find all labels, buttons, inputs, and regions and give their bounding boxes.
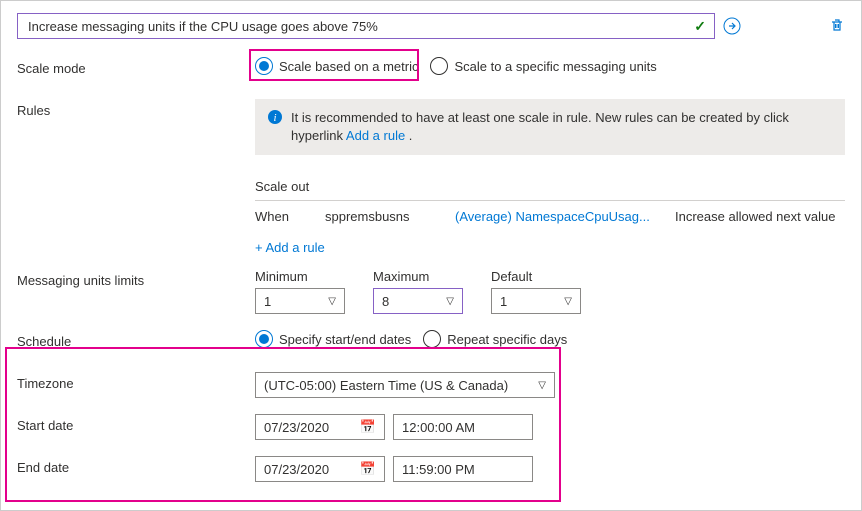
schedule-label: Schedule [17,330,255,349]
svg-text:i: i [273,112,276,124]
rule-when: When [255,209,305,224]
limit-max: Maximum 8 ▽ [373,269,463,314]
radio-specify-dates[interactable]: Specify start/end dates [255,330,411,348]
end-date-input[interactable]: 07/23/2020 📅 [255,456,385,482]
rule-row: When sppremsbusns (Average) NamespaceCpu… [255,201,845,232]
scale-mode-options: Scale based on a metric Scale to a speci… [255,57,845,75]
valid-check-icon: ✓ [694,18,706,35]
limit-max-select[interactable]: 8 ▽ [373,288,463,314]
limit-default-select[interactable]: 1 ▽ [491,288,581,314]
rules-table-header: Scale out [255,173,845,201]
rules-label: Rules [17,99,255,118]
add-rule-link[interactable]: + Add a rule [255,232,325,263]
chevron-down-icon: ▽ [328,296,336,307]
radio-scale-specific[interactable]: Scale to a specific messaging units [430,57,656,75]
rule-metric-link[interactable]: (Average) NamespaceCpuUsag... [455,209,655,224]
limit-min-select[interactable]: 1 ▽ [255,288,345,314]
scale-mode-label: Scale mode [17,57,255,76]
limit-max-label: Maximum [373,269,463,284]
scale-mode-row: Scale mode Scale based on a metric Scale… [17,57,845,87]
timezone-select[interactable]: (UTC-05:00) Eastern Time (US & Canada) ▽ [255,372,555,398]
limit-min-label: Minimum [255,269,345,284]
radio-specify-dates-label: Specify start/end dates [279,332,411,347]
radio-scale-specific-label: Scale to a specific messaging units [454,59,656,74]
start-date-input[interactable]: 07/23/2020 📅 [255,414,385,440]
rules-info-text: It is recommended to have at least one s… [291,109,833,145]
timezone-row: Timezone (UTC-05:00) Eastern Time (US & … [17,372,845,402]
limits-fields: Minimum 1 ▽ Maximum 8 ▽ Default [255,269,845,314]
add-rule-link-inline[interactable]: Add a rule [346,128,405,143]
condition-title-row: ✓ [17,13,845,39]
delete-condition-icon[interactable] [749,17,845,36]
calendar-icon: 📅 [360,419,376,435]
rule-action: Increase allowed next value [675,209,845,224]
radio-repeat-days-label: Repeat specific days [447,332,567,347]
limit-default-label: Default [491,269,581,284]
rules-row: Rules i It is recommended to have at lea… [17,99,845,263]
rule-namespace: sppremsbusns [325,209,435,224]
condition-name-input[interactable] [26,18,694,35]
schedule-options: Specify start/end dates Repeat specific … [255,330,845,348]
autoscale-condition-panel: ✓ Scale mode Scale based on a metric Sca… [0,0,862,511]
chevron-down-icon: ▽ [538,380,546,391]
limits-row: Messaging units limits Minimum 1 ▽ Maxim… [17,269,845,314]
start-date-label: Start date [17,414,255,433]
chevron-down-icon: ▽ [564,296,572,307]
end-time-input[interactable]: 11:59:00 PM [393,456,533,482]
radio-repeat-days[interactable]: Repeat specific days [423,330,567,348]
submit-arrow-icon[interactable] [723,17,741,35]
radio-scale-metric-label: Scale based on a metric [279,59,418,74]
end-date-label: End date [17,456,255,475]
limits-label: Messaging units limits [17,269,255,288]
rules-info-bar: i It is recommended to have at least one… [255,99,845,155]
schedule-row: Schedule Specify start/end dates Repeat … [17,330,845,360]
info-icon: i [267,109,283,125]
rules-table: Scale out When sppremsbusns (Average) Na… [255,173,845,263]
condition-name-wrap[interactable]: ✓ [17,13,715,39]
timezone-label: Timezone [17,372,255,391]
radio-scale-metric[interactable]: Scale based on a metric [255,57,418,75]
start-time-input[interactable]: 12:00:00 AM [393,414,533,440]
end-date-row: End date 07/23/2020 📅 11:59:00 PM [17,456,845,486]
calendar-icon: 📅 [360,461,376,477]
start-date-row: Start date 07/23/2020 📅 12:00:00 AM [17,414,845,444]
limit-default: Default 1 ▽ [491,269,581,314]
chevron-down-icon: ▽ [446,296,454,307]
limit-min: Minimum 1 ▽ [255,269,345,314]
